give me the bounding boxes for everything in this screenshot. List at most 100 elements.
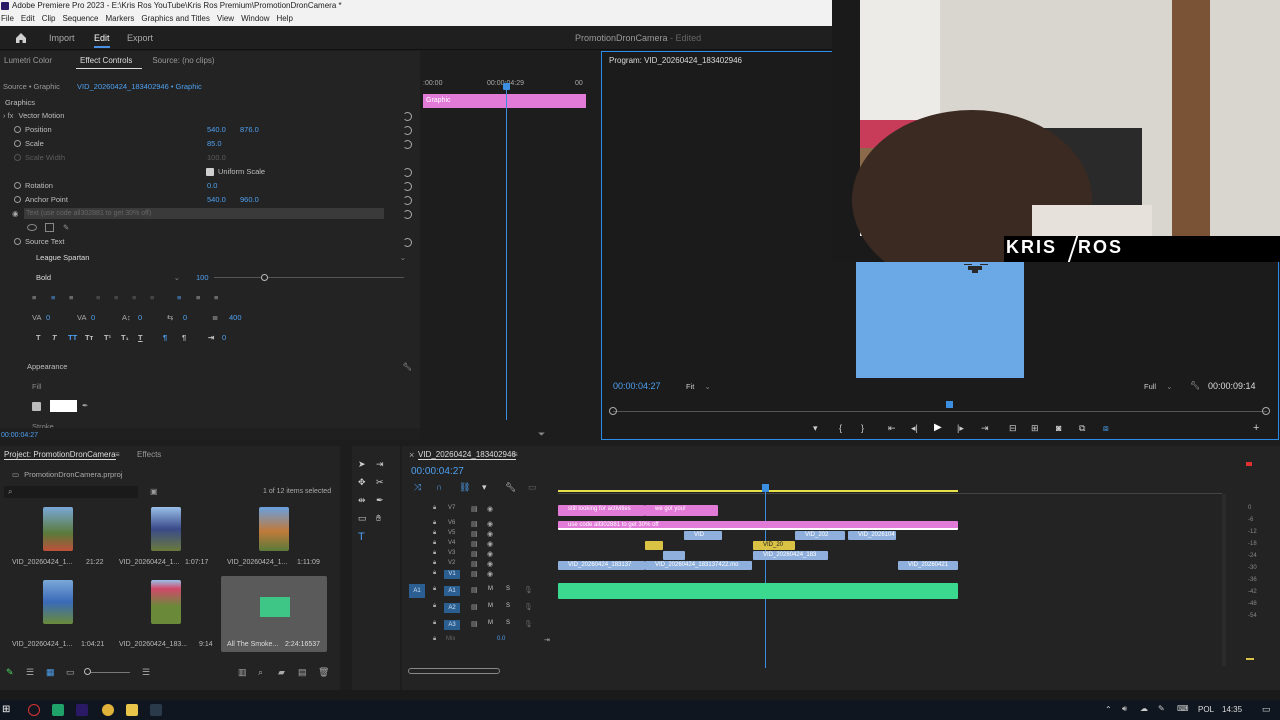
mic-icon[interactable]: 🎙︎ xyxy=(524,586,533,594)
volume-icon[interactable]: 🔊︎ xyxy=(1122,704,1127,714)
clip-thumbnail[interactable] xyxy=(151,580,181,624)
ripple-edit-icon[interactable]: ✥ xyxy=(358,477,366,488)
network-icon[interactable]: ☁ xyxy=(1140,704,1148,713)
language-indicator[interactable]: POL xyxy=(1198,705,1214,714)
subscript-icon[interactable]: T₁ xyxy=(121,331,129,345)
eyedropper-icon[interactable]: ✒ xyxy=(82,399,88,413)
home-icon[interactable] xyxy=(14,31,28,45)
windows-start-icon[interactable]: ⊞ xyxy=(2,704,14,716)
clip-thumbnail[interactable] xyxy=(151,507,181,551)
extract-icon[interactable]: ⊞ xyxy=(1031,423,1039,434)
slip-tool-icon[interactable]: ⇹ xyxy=(358,495,366,506)
step-forward-icon[interactable]: |▸ xyxy=(957,423,964,434)
app-red-icon[interactable] xyxy=(28,704,40,716)
tab-effects[interactable]: Effects xyxy=(137,450,161,459)
eye-icon[interactable]: ◉ xyxy=(487,560,493,568)
lock-icon[interactable]: 🔒︎ xyxy=(433,620,436,627)
settings-icon[interactable]: 🔧︎ xyxy=(1190,381,1200,390)
program-playhead-handle[interactable] xyxy=(946,401,953,408)
ec-graphic-clip[interactable]: Graphic xyxy=(423,94,586,108)
kerning-value[interactable]: 0 xyxy=(91,311,95,325)
reset-icon[interactable] xyxy=(403,112,412,121)
keyboard-icon[interactable]: ⌨ xyxy=(1177,704,1189,713)
lift-icon[interactable]: ⊟ xyxy=(1009,423,1017,434)
clip-dropdown[interactable]: VID_20260424_183402946 • Graphic xyxy=(77,82,202,91)
lock-icon[interactable]: 🔒︎ xyxy=(433,520,436,527)
sync-lock-icon[interactable]: ▤ xyxy=(471,540,478,548)
hand-tool-icon[interactable]: ✋︎ xyxy=(376,513,381,524)
rectangle-mask-icon[interactable] xyxy=(45,223,54,232)
compare-view-icon[interactable]: ⧉ xyxy=(1079,423,1085,434)
zoom-slider[interactable] xyxy=(90,672,130,673)
work-area-bar[interactable] xyxy=(558,490,958,492)
rotation-value[interactable]: 0.0 xyxy=(207,179,217,193)
clip-v3-b[interactable]: VID_20260424_183 xyxy=(753,551,828,560)
menu-view[interactable]: View xyxy=(217,12,234,26)
timeline-playhead-handle[interactable] xyxy=(762,484,769,492)
quality-dropdown[interactable]: Full ⌄ xyxy=(1144,382,1172,391)
timeline-settings-icon[interactable]: 🔧︎ xyxy=(505,482,516,493)
stopwatch-icon[interactable] xyxy=(14,140,21,147)
mute-button[interactable]: M xyxy=(488,620,493,626)
tray-chevron-icon[interactable]: ⌃ xyxy=(1105,705,1112,714)
menu-file[interactable]: File xyxy=(1,12,14,26)
superscript-icon[interactable]: T¹ xyxy=(104,331,111,345)
tracking-value[interactable]: 0 xyxy=(46,311,50,325)
track-label[interactable]: A2 xyxy=(444,603,460,613)
justify-center-icon[interactable]: ≡ xyxy=(114,291,118,305)
eye-icon[interactable]: ◉ xyxy=(487,505,493,513)
clip-v2-a[interactable]: VID_20260424_183137 xyxy=(558,561,645,570)
font-size-value[interactable]: 100 xyxy=(196,271,209,285)
timeline-zoom-bar[interactable] xyxy=(408,668,500,674)
track-label[interactable]: V3 xyxy=(448,550,455,556)
clip-v3-a[interactable] xyxy=(663,551,685,560)
align-bottom-icon[interactable]: ≡ xyxy=(214,291,218,305)
eye-icon[interactable]: ◉ xyxy=(487,520,493,528)
sync-lock-icon[interactable]: ▤ xyxy=(471,530,478,538)
track-label[interactable]: V5 xyxy=(448,530,455,536)
timeline-marker-icon[interactable]: ▾ xyxy=(482,482,487,493)
list-view-icon[interactable]: ☰ xyxy=(26,667,34,678)
clip-v5-b[interactable]: VID_202 xyxy=(795,531,845,540)
razor-tool-icon[interactable]: ✂ xyxy=(376,477,384,488)
freeform-view-icon[interactable]: ▭ xyxy=(66,667,75,678)
pen-mask-icon[interactable]: ✎ xyxy=(63,221,69,235)
reset-icon[interactable] xyxy=(403,210,412,219)
zoom-handle[interactable] xyxy=(84,668,91,675)
premiere-taskbar-icon[interactable] xyxy=(76,704,88,716)
text-layer-row[interactable]: ◉ Text (use code all302881 to get 30% off… xyxy=(0,207,418,221)
sync-lock-icon[interactable]: ▤ xyxy=(471,620,478,628)
vector-motion-row[interactable]: › fx Vector Motion xyxy=(0,109,418,123)
new-item-icon[interactable]: ▤ xyxy=(298,667,307,678)
slider-handle[interactable] xyxy=(261,274,268,281)
font-dropdown[interactable]: League Spartan ⌄ xyxy=(0,251,418,265)
sync-lock-icon[interactable]: ▤ xyxy=(471,570,478,578)
track-label[interactable]: A3 xyxy=(444,620,460,630)
lock-icon[interactable]: 🔒︎ xyxy=(433,636,436,643)
tab-import[interactable]: Import xyxy=(49,33,75,43)
pen-tray-icon[interactable]: ✎ xyxy=(1158,704,1165,713)
chrome-icon[interactable] xyxy=(102,704,114,716)
clip-v4-a[interactable] xyxy=(645,541,663,550)
all-caps-icon[interactable]: TT xyxy=(68,331,77,345)
track-label[interactable]: V6 xyxy=(448,520,455,526)
ellipse-mask-icon[interactable] xyxy=(27,224,37,231)
lock-icon[interactable]: 🔒︎ xyxy=(433,505,436,512)
stopwatch-icon[interactable] xyxy=(14,238,21,245)
lock-icon[interactable]: 🔒︎ xyxy=(433,540,436,547)
linked-selection-icon[interactable]: ⛓ xyxy=(459,482,470,493)
reset-icon[interactable] xyxy=(403,182,412,191)
eye-icon[interactable]: ◉ xyxy=(487,540,493,548)
project-search-input[interactable] xyxy=(4,486,138,498)
proxy-toggle-icon[interactable]: ⧈ xyxy=(1103,423,1109,434)
mic-icon[interactable]: 🎙︎ xyxy=(524,620,533,628)
close-sequence-icon[interactable]: × xyxy=(409,450,414,460)
mic-icon[interactable]: 🎙︎ xyxy=(524,603,533,611)
reset-icon[interactable] xyxy=(403,168,412,177)
anchor-x[interactable]: 540.0 xyxy=(207,193,226,207)
automate-icon[interactable]: ▥ xyxy=(238,667,247,678)
program-timecode[interactable]: 00:00:04:27 xyxy=(613,381,661,391)
stopwatch-icon[interactable] xyxy=(14,196,21,203)
ec-playhead-handle[interactable] xyxy=(503,83,510,90)
sync-lock-icon[interactable]: ▤ xyxy=(471,603,478,611)
